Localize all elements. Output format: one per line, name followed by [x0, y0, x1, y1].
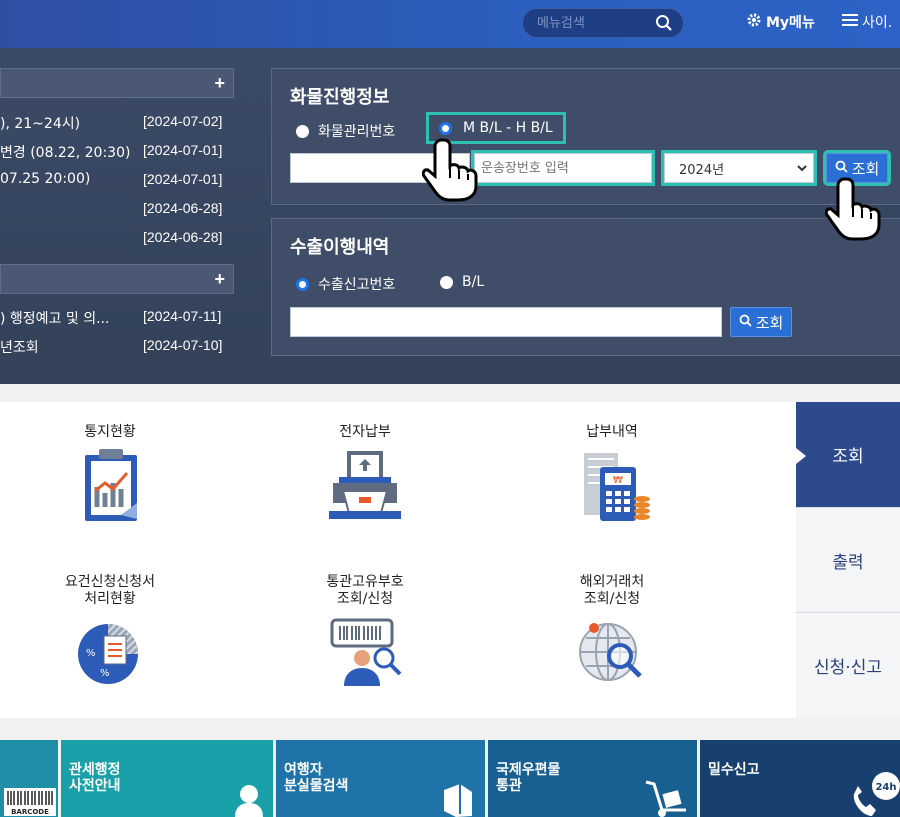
- tab-print[interactable]: 출력: [796, 507, 900, 612]
- menu-search-input[interactable]: [537, 13, 647, 33]
- headset-person-icon: [235, 783, 263, 817]
- radio-button[interactable]: [440, 275, 453, 289]
- sitemap-button[interactable]: 사이.: [842, 12, 892, 32]
- gear-icon: [746, 12, 762, 32]
- quick-menu-grid: 통지현황 전자납부 납부내역 ₩ 요건신청신청서 처리현황 % % 통관고유부호…: [0, 402, 796, 718]
- hbl-input[interactable]: [471, 150, 655, 186]
- tab-inquiry[interactable]: 조회: [796, 402, 900, 507]
- radio-cargo-number[interactable]: 화물관리번호: [296, 121, 395, 141]
- export-panel-title: 수출이행내역: [290, 237, 390, 258]
- phone-24h-icon: 24h: [853, 772, 900, 816]
- tile-smuggling-report[interactable]: 밀수신고 24h: [700, 740, 900, 817]
- pie-document-icon: % %: [78, 624, 138, 684]
- radio-button-selected[interactable]: [296, 277, 309, 291]
- globe-search-icon: [579, 623, 642, 681]
- electronic-payment-icon: [329, 451, 401, 519]
- tab-application[interactable]: 신청·신고: [796, 612, 900, 718]
- notice-item[interactable]: ), 21~24시) [2024-07-02]: [0, 113, 240, 133]
- svg-text:24h: 24h: [875, 782, 896, 793]
- quick-item-payment-history[interactable]: 납부내역 ₩: [512, 424, 712, 525]
- search-icon[interactable]: [655, 14, 673, 37]
- hamburger-icon: [842, 13, 858, 31]
- svg-text:%: %: [86, 648, 96, 659]
- my-menu-button[interactable]: My메뉴: [746, 12, 815, 32]
- notice-header-bar: +: [0, 264, 234, 294]
- service-tiles: BARCODE 관세행정 사전안내 여행자 분실물검색 국제우편물 통관 밀수신…: [0, 740, 900, 817]
- svg-text:%: %: [100, 668, 110, 679]
- radio-bl[interactable]: B/L: [440, 274, 484, 290]
- tile-international-mail[interactable]: 국제우편물 통관: [488, 740, 697, 817]
- payment-history-icon: ₩: [584, 453, 650, 521]
- radio-export-declaration[interactable]: 수출신고번호: [296, 274, 395, 294]
- barcode-person-icon: [330, 618, 402, 686]
- tile-lost-property[interactable]: 여행자 분실물검색: [276, 740, 485, 817]
- more-notices-button[interactable]: +: [214, 73, 225, 94]
- menu-search-box[interactable]: [522, 8, 684, 38]
- radio-button[interactable]: [296, 124, 309, 138]
- export-search-button[interactable]: 조회: [730, 307, 792, 337]
- tile-barcode[interactable]: BARCODE: [0, 740, 58, 817]
- quick-menu-side-tabs: 조회 출력 신청·신고: [796, 402, 900, 718]
- quick-item-customs-code[interactable]: 통관고유부호 조회/신청: [265, 574, 465, 688]
- quick-item-notice-status[interactable]: 통지현황: [10, 424, 210, 525]
- year-select[interactable]: 2024년: [661, 150, 817, 186]
- barcode-icon: BARCODE: [4, 788, 56, 816]
- hand-truck-icon: [645, 780, 686, 817]
- hand-pointer-cursor-icon: [421, 136, 484, 207]
- notice-item[interactable]: [2024-06-28]: [0, 200, 240, 220]
- svg-text:BARCODE: BARCODE: [11, 808, 49, 816]
- cargo-panel-title: 화물진행정보: [290, 87, 390, 108]
- quick-item-overseas-partner[interactable]: 해외거래처 조회/신청: [512, 574, 712, 688]
- cargo-tracking-panel: 화물진행정보 화물관리번호 M B/L - H B/L 2024년 조회: [271, 68, 900, 205]
- tile-customs-guide[interactable]: 관세행정 사전안내: [61, 740, 273, 817]
- notice-item[interactable]: 년조회 [2024-07-10]: [0, 337, 240, 357]
- notice-item[interactable]: [2024-06-28]: [0, 229, 240, 249]
- hand-pointer-cursor-icon: [824, 175, 887, 246]
- more-notices-button[interactable]: +: [214, 269, 225, 290]
- export-number-input[interactable]: [290, 307, 722, 337]
- quick-item-requirement-status[interactable]: 요건신청신청서 처리현황 % %: [10, 574, 210, 688]
- my-menu-label: My메뉴: [766, 15, 815, 31]
- notice-item[interactable]: ) 행정예고 및 의... [2024-07-11]: [0, 308, 240, 328]
- hero-section: + ), 21~24시) [2024-07-02] 변경 (08.22, 20:…: [0, 48, 900, 384]
- search-icon: [739, 313, 752, 331]
- notice-item[interactable]: 07.25 20:00) [2024-07-01]: [0, 171, 240, 191]
- top-navigation-bar: My메뉴 사이.: [0, 0, 900, 48]
- quick-item-electronic-payment[interactable]: 전자납부: [265, 424, 465, 525]
- report-chart-icon: [85, 449, 137, 521]
- sitemap-label: 사이.: [862, 15, 893, 31]
- chevron-down-icon: [797, 161, 807, 176]
- notice-header-bar: +: [0, 68, 234, 98]
- svg-text:₩: ₩: [613, 475, 623, 486]
- radio-button-selected[interactable]: [439, 121, 452, 135]
- luggage-icon: [444, 784, 472, 817]
- export-history-panel: 수출이행내역 수출신고번호 B/L 조회: [271, 218, 900, 356]
- notice-item[interactable]: 변경 (08.22, 20:30) [2024-07-01]: [0, 142, 240, 162]
